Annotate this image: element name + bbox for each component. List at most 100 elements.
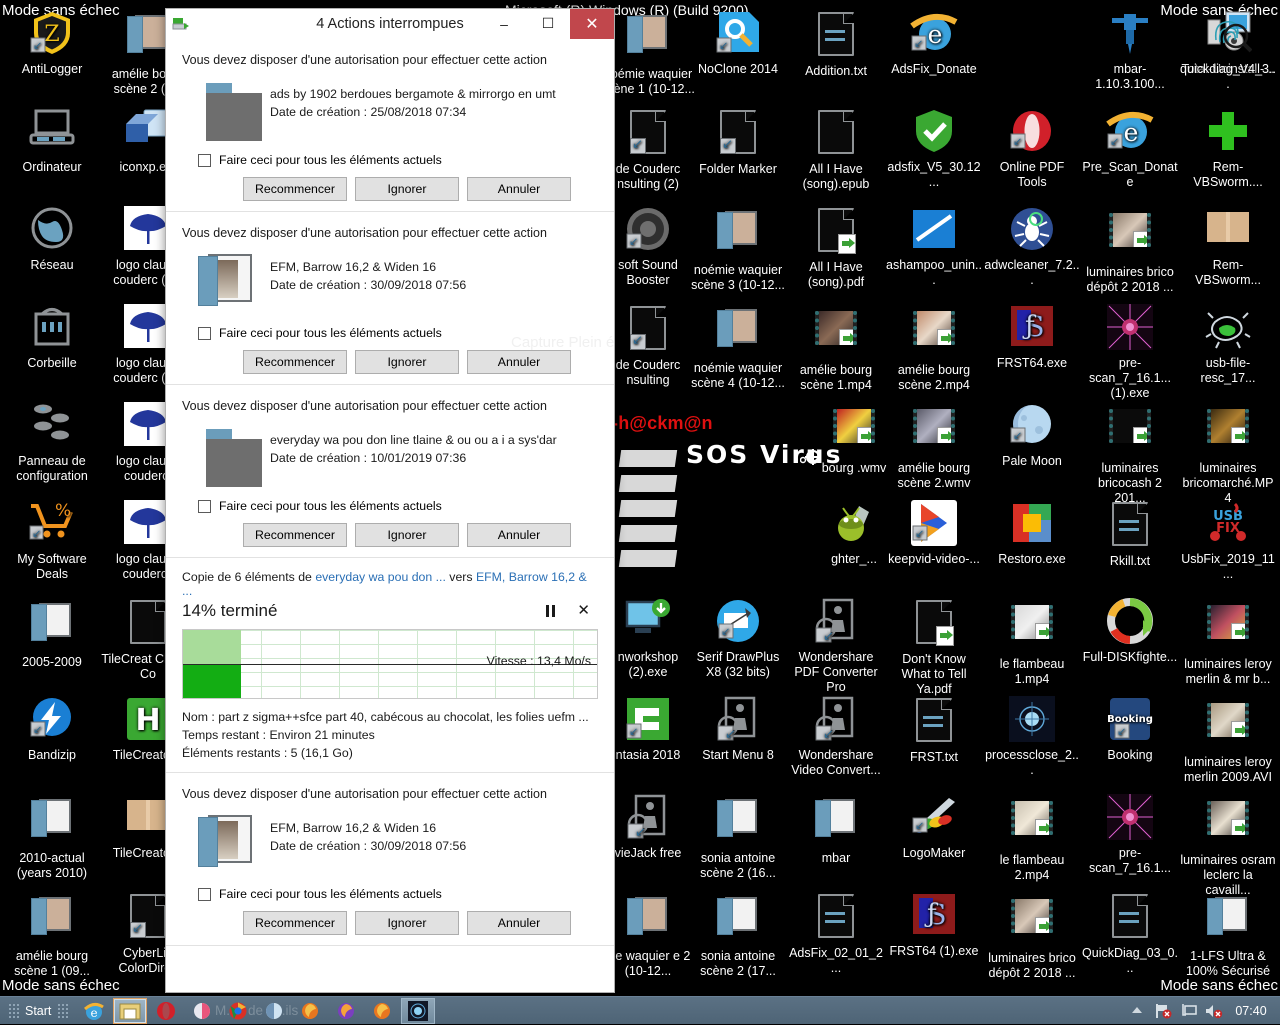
processclose-taskbar-button[interactable] [401,998,435,1024]
desktop-icon[interactable]: luminaires osram leclerc la cavaill... [1180,794,1276,898]
desktop-icon[interactable]: Rkill.txt [1082,500,1178,569]
desktop-icon[interactable]: ashampoo_unin... [886,206,982,288]
desktop-icon[interactable]: Rem-VBSworm... [1180,206,1276,288]
desktop-icon[interactable]: ↙Serif DrawPlus X8 (32 bits) [690,598,786,680]
desktop-icon[interactable]: ↙Wondershare PDF Converter Pro [788,598,884,695]
desktop-icon[interactable]: All I Have (song).pdf [788,206,884,290]
desktop-icon[interactable]: luminaires leroy merlin & mr b... [1180,598,1276,687]
apply-to-all-checkbox-row[interactable]: Faire ceci pour tous les éléments actuel… [198,499,598,513]
skip-button[interactable]: Ignorer [355,177,459,201]
desktop-icon[interactable]: ↙LogoMaker [886,794,982,861]
desktop-icon[interactable]: USBFIXUsbFix_2019_11... [1180,500,1276,582]
desktop-icon[interactable]: ↙Online PDF Tools [984,108,1080,190]
desktop-icon[interactable]: Panneau de configuration [4,402,100,484]
close-button[interactable]: ✕ [570,9,614,39]
desktop-icon[interactable]: luminaires bricomarché.MP4 [1180,402,1276,506]
desktop-icon[interactable]: processclose_2... [984,696,1080,778]
apply-to-all-checkbox-row[interactable]: Faire ceci pour tous les éléments actuel… [198,887,598,901]
system-tray[interactable]: 07:40 [1130,1003,1280,1019]
file-explorer-taskbar-button[interactable] [113,998,147,1024]
volume-muted-icon[interactable] [1205,1003,1221,1019]
close-icon[interactable]: ✕ [577,605,590,617]
cancel-button[interactable]: Annuler [467,523,571,547]
minimize-button[interactable]: – [482,9,526,39]
desktop-icon[interactable]: Z↙AntiLogger [4,10,100,77]
desktop-icon[interactable]: ↙Wondershare Video Convert... [788,696,884,778]
copy-source-link[interactable]: everyday wa pou don ... [315,570,446,584]
apply-to-all-checkbox-row[interactable]: Faire ceci pour tous les éléments actuel… [198,153,598,167]
desktop-icon[interactable]: noémie waquier scène 4 (10-12... [690,304,786,391]
desktop-icon[interactable]: Réseau [4,206,100,273]
desktop-icon[interactable]: pre-scan_7_16.1... (1).exe [1082,304,1178,401]
desktop-icon[interactable]: All I Have (song).epub [788,108,884,192]
desktop-icon[interactable]: Folder Marker [690,108,786,177]
desktop-icon[interactable]: adwcleaner_7.2... [984,206,1080,288]
desktop-icon[interactable]: Full-DISKfighte... [1082,598,1178,665]
desktop-icon[interactable]: amélie bourg scène 2.wmv [886,402,982,491]
apply-to-all-checkbox[interactable] [198,500,211,513]
desktop-icon[interactable]: e↙Pre_Scan_Donate [1082,108,1178,190]
desktop-icon[interactable]: ↙Pale Moon [984,402,1080,469]
desktop-icon[interactable]: Ordinateur [4,108,100,175]
desktop-icon[interactable]: ↙keepvid-video-... [886,500,982,567]
firefox-taskbar-button-2[interactable] [329,998,363,1024]
apply-to-all-checkbox[interactable] [198,327,211,340]
apply-to-all-checkbox[interactable] [198,154,211,167]
desktop-icon[interactable]: Booking↙Booking [1082,696,1178,763]
desktop-icon[interactable]: luminaires brico dépôt 2 2018 ... [984,892,1080,981]
desktop-icon[interactable]: amélie bourg scène 2.mp4 [886,304,982,393]
desktop-icon[interactable]: Corbeille [4,304,100,371]
desktop-icon[interactable]: ↙NoClone 2014 [690,10,786,77]
desktop-icon[interactable]: le flambeau 2.mp4 [984,794,1080,883]
desktop-icon[interactable]: Addition.txt [788,10,884,79]
firefox-taskbar-button-3[interactable] [365,998,399,1024]
cancel-button[interactable]: Annuler [467,911,571,935]
palemoon-taskbar-button[interactable] [257,998,291,1024]
opera-taskbar-button[interactable] [149,998,183,1024]
apply-to-all-checkbox[interactable] [198,888,211,901]
desktop-icon[interactable]: 2010-actual (years 2010) [4,794,100,881]
copy-conflict-dialog[interactable]: 4 Actions interrompues – ☐ ✕ Capture Ple… [165,8,615,993]
desktop-icon[interactable]: adsfix_V5_30.12... [886,108,982,190]
skip-button[interactable]: Ignorer [355,350,459,374]
desktop-icon[interactable]: Restoro.exe [984,500,1080,567]
start-button[interactable]: Start [0,997,76,1025]
internet-explorer-taskbar-button[interactable]: e [77,998,111,1024]
desktop-icon[interactable]: sonia antoine scène 2 (16... [690,794,786,881]
dialog-titlebar[interactable]: 4 Actions interrompues – ☐ ✕ [166,9,614,39]
retry-button[interactable]: Recommencer [243,911,347,935]
cancel-button[interactable]: Annuler [467,350,571,374]
desktop-icon[interactable]: quickdiag_V4_3... [1180,10,1276,92]
desktop-icon[interactable]: amélie bourg scène 1 (09... [4,892,100,979]
taskbar[interactable]: Start M...s de d...ils e [0,996,1280,1024]
cancel-button[interactable]: Annuler [467,177,571,201]
network-error-icon[interactable] [1155,1003,1171,1019]
desktop-icon[interactable]: Don't Know What to Tell Ya.pdf [886,598,982,697]
desktop-icon[interactable]: ↙Bandizip [4,696,100,763]
retry-button[interactable]: Recommencer [243,523,347,547]
desktop-icon[interactable]: 1-LFS Ultra & 100% Sécurisé [1180,892,1276,979]
desktop-icon[interactable]: noémie waquier scène 3 (10-12... [690,206,786,293]
apply-to-all-checkbox-row[interactable]: Faire ceci pour tous les éléments actuel… [198,326,598,340]
desktop-icon[interactable]: %↙My Software Deals [4,500,100,582]
desktop-icon[interactable]: SƒFRST64 (1).exe [886,892,982,959]
show-hidden-icons-button[interactable] [1130,1003,1146,1019]
desktop-icon[interactable]: luminaires brico dépôt 2 2018 ... [1082,206,1178,295]
taskbar-clock[interactable]: 07:40 [1230,1004,1272,1018]
desktop-icon[interactable]: 2005-2009 [4,598,100,670]
retry-button[interactable]: Recommencer [243,177,347,201]
desktop-icon[interactable]: QuickDiag_03_0... [1082,892,1178,976]
skip-button[interactable]: Ignorer [355,523,459,547]
desktop-icon[interactable]: FRST.txt [886,696,982,765]
desktop-icon[interactable]: amélie bourg scène 1.mp4 [788,304,884,393]
browser-taskbar-button[interactable] [185,998,219,1024]
desktop-icon[interactable]: mbar-1.10.3.100... [1082,10,1178,92]
desktop-icon[interactable]: luminaires bricocash 2 201... [1082,402,1178,506]
desktop-icon[interactable]: pre-scan_7_16.1... [1082,794,1178,876]
pause-icon[interactable] [546,605,555,617]
desktop-icon[interactable]: Rem-VBSworm.... [1180,108,1276,190]
chrome-taskbar-button[interactable] [221,998,255,1024]
desktop-icon[interactable]: e↙AdsFix_Donate [886,10,982,77]
desktop-icon[interactable]: sonia antoine scène 2 (17... [690,892,786,979]
retry-button[interactable]: Recommencer [243,350,347,374]
